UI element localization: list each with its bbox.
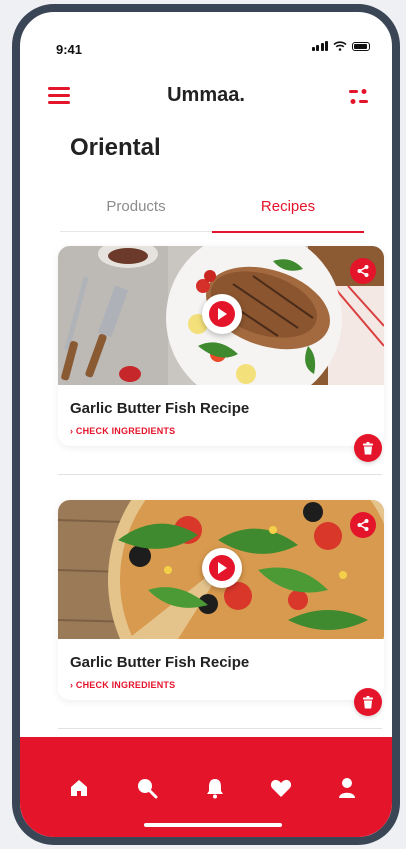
delete-button[interactable] [354, 434, 382, 462]
recipe-title: Garlic Butter Fish Recipe [70, 654, 250, 671]
play-button[interactable] [202, 294, 242, 334]
divider [58, 728, 382, 729]
divider [58, 474, 382, 475]
play-icon [209, 555, 235, 581]
status-bar: 9:41 [20, 12, 392, 72]
check-ingredients-label: CHECK INGREDIENTS [75, 680, 176, 690]
trash-icon [363, 441, 373, 454]
app-title: Ummaa. [167, 84, 245, 106]
phone-frame: 9:41 Ummaa. Oriental Products Recipes Ga… [12, 4, 400, 845]
status-icons [311, 41, 370, 51]
bottom-nav [20, 737, 392, 837]
search-icon [138, 779, 158, 799]
app-header: Ummaa. [20, 78, 392, 118]
recipe-card[interactable]: Garlic Butter Fish Recipe › CHECK INGRED… [58, 246, 384, 462]
check-ingredients-link[interactable]: › CHECK INGREDIENTS [70, 680, 175, 690]
trash-icon [363, 695, 373, 708]
filter-button[interactable] [348, 87, 370, 107]
share-icon [357, 519, 369, 531]
battery-icon [352, 41, 370, 51]
home-icon [71, 780, 87, 796]
bell-icon [207, 779, 223, 799]
check-ingredients-label: CHECK INGREDIENTS [75, 426, 176, 436]
play-button[interactable] [202, 548, 242, 588]
wifi-icon [333, 41, 347, 51]
nav-home[interactable] [66, 775, 92, 801]
check-ingredients-link[interactable]: › CHECK INGREDIENTS [70, 426, 175, 436]
user-icon [339, 778, 355, 798]
tab-recipes[interactable]: Recipes [212, 190, 364, 233]
delete-button[interactable] [354, 688, 382, 716]
share-icon [357, 265, 369, 277]
nav-profile[interactable] [334, 775, 360, 801]
tab-products[interactable]: Products [60, 190, 212, 231]
share-button[interactable] [350, 512, 376, 538]
nav-notifications[interactable] [202, 775, 228, 801]
play-icon [209, 301, 235, 327]
signal-icon [311, 41, 328, 51]
recipe-title: Garlic Butter Fish Recipe [70, 400, 250, 417]
recipe-card[interactable]: Garlic Butter Fish Recipe › CHECK INGRED… [58, 500, 384, 716]
page-title: Oriental [70, 134, 161, 161]
filter-icon [349, 89, 368, 104]
status-time: 9:41 [56, 42, 83, 57]
nav-search[interactable] [134, 775, 160, 801]
home-indicator[interactable] [144, 823, 282, 827]
tab-bar: Products Recipes [60, 190, 364, 233]
share-button[interactable] [350, 258, 376, 284]
heart-icon [270, 779, 292, 797]
nav-favorites[interactable] [268, 775, 294, 801]
